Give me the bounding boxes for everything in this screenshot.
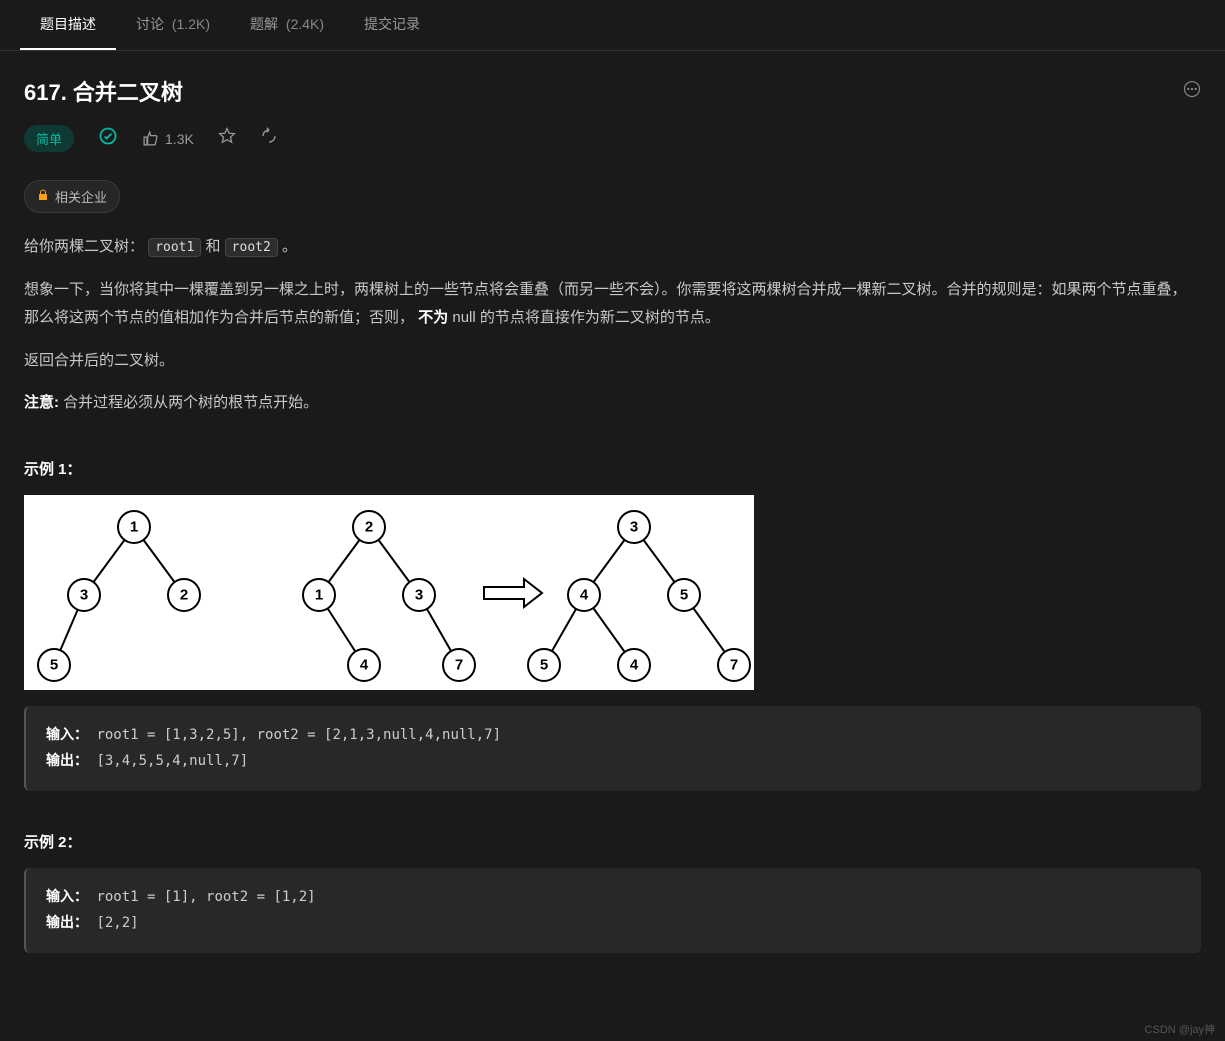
favorite-button[interactable] bbox=[218, 127, 236, 150]
star-icon bbox=[218, 127, 236, 145]
svg-text:2: 2 bbox=[365, 518, 373, 535]
code-root2: root2 bbox=[225, 238, 278, 257]
tab-description[interactable]: 题目描述 bbox=[20, 0, 116, 50]
watermark: CSDN @jay神 bbox=[1145, 1021, 1215, 1037]
svg-text:5: 5 bbox=[540, 656, 548, 673]
input-label: 输入： bbox=[46, 889, 88, 905]
example2-code: 输入： root1 = [1], root2 = [1,2] 输出： [2,2] bbox=[24, 868, 1201, 953]
svg-text:5: 5 bbox=[50, 656, 58, 673]
output-value: [2,2] bbox=[96, 915, 138, 931]
svg-text:3: 3 bbox=[80, 586, 88, 603]
example1-code: 输入： root1 = [1,3,2,5], root2 = [2,1,3,nu… bbox=[24, 706, 1201, 791]
tab-solutions-label: 题解 bbox=[250, 16, 278, 32]
input-value: root1 = [1,3,2,5], root2 = [2,1,3,null,4… bbox=[96, 727, 501, 743]
tab-discuss-count: (1.2K) bbox=[172, 16, 210, 32]
example1-label: 示例 1： bbox=[24, 458, 1201, 479]
company-badge[interactable]: 相关企业 bbox=[24, 180, 120, 213]
desc-text: 。 bbox=[282, 238, 297, 255]
difficulty-badge: 简单 bbox=[24, 125, 74, 152]
output-label: 输出： bbox=[46, 915, 88, 931]
example2-label: 示例 2： bbox=[24, 831, 1201, 852]
desc-note-label: 注意: bbox=[24, 394, 59, 411]
output-label: 输出： bbox=[46, 753, 88, 769]
like-count: 1.3K bbox=[165, 131, 194, 147]
code-root1: root1 bbox=[148, 238, 201, 257]
svg-text:4: 4 bbox=[580, 586, 589, 603]
output-value: [3,4,5,5,4,null,7] bbox=[96, 753, 248, 769]
svg-text:7: 7 bbox=[730, 656, 738, 673]
tab-solutions-count: (2.4K) bbox=[286, 16, 324, 32]
desc-text: 返回合并后的二叉树。 bbox=[24, 347, 1201, 376]
svg-text:1: 1 bbox=[315, 586, 323, 603]
problem-content: 617. 合并二叉树 简单 1.3K 相关企业 给你两棵二叉树： bbox=[0, 51, 1225, 997]
desc-text: 合并过程必须从两个树的根节点开始。 bbox=[63, 394, 318, 411]
svg-text:5: 5 bbox=[680, 586, 688, 603]
svg-text:4: 4 bbox=[360, 656, 369, 673]
svg-text:4: 4 bbox=[630, 656, 639, 673]
input-value: root1 = [1], root2 = [1,2] bbox=[96, 889, 315, 905]
thumb-up-icon bbox=[142, 130, 159, 147]
company-label: 相关企业 bbox=[55, 187, 107, 206]
problem-title: 617. 合并二叉树 bbox=[24, 75, 183, 107]
input-label: 输入： bbox=[46, 727, 88, 743]
share-icon bbox=[260, 127, 278, 145]
solved-check-icon bbox=[98, 126, 118, 151]
svg-text:3: 3 bbox=[415, 586, 423, 603]
more-icon[interactable] bbox=[1183, 80, 1201, 103]
desc-text: null 的节点将直接作为新二叉树的节点。 bbox=[452, 309, 720, 326]
svg-text:7: 7 bbox=[455, 656, 463, 673]
tree-diagram: 1 3 2 5 2 1 3 4 7 3 4 5 5 4 7 bbox=[24, 495, 754, 690]
tab-solutions[interactable]: 题解 (2.4K) bbox=[230, 0, 344, 50]
problem-description: 给你两棵二叉树： root1 和 root2 。 想象一下，当你将其中一棵覆盖到… bbox=[24, 233, 1201, 418]
share-button[interactable] bbox=[260, 127, 278, 150]
tab-discuss[interactable]: 讨论 (1.2K) bbox=[116, 0, 230, 50]
desc-text: 给你两棵二叉树： bbox=[24, 238, 144, 255]
svg-text:1: 1 bbox=[130, 518, 138, 535]
svg-text:2: 2 bbox=[180, 586, 188, 603]
desc-text: 和 bbox=[206, 238, 225, 255]
svg-text:3: 3 bbox=[630, 518, 638, 535]
tab-bar: 题目描述 讨论 (1.2K) 题解 (2.4K) 提交记录 bbox=[0, 0, 1225, 51]
lock-icon bbox=[37, 189, 49, 204]
tab-submissions[interactable]: 提交记录 bbox=[344, 0, 440, 50]
like-button[interactable]: 1.3K bbox=[142, 130, 194, 147]
desc-bold: 不为 bbox=[418, 309, 448, 326]
tab-discuss-label: 讨论 bbox=[136, 16, 164, 32]
